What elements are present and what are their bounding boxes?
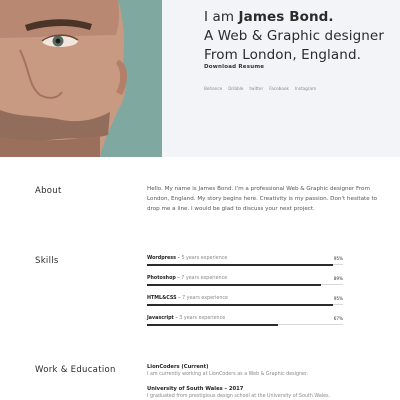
skill-name: Photoshop (147, 276, 176, 281)
hero-section: I am James Bond. A Web & Graphic designe… (0, 0, 400, 157)
skill-bar-track (147, 303, 343, 306)
skill-row: HTML&CSS – 7 years experience 95% (147, 296, 343, 308)
skill-percent: 95% (333, 256, 343, 261)
work-item: University of South Wales – 2017 I gradu… (147, 386, 387, 399)
skill-bar-fill (147, 323, 279, 326)
skill-bar-track (147, 263, 343, 266)
skill-bar-track (147, 283, 343, 286)
skill-bar-fill (147, 283, 322, 286)
skill-experience: 5 years experience (181, 256, 228, 261)
work-item-title: University of South Wales – 2017 (147, 386, 244, 392)
social-link-twitter[interactable]: twitter (249, 86, 263, 91)
skill-label: Javascript – 3 years experience (147, 316, 226, 321)
social-link-instagram[interactable]: Instagram (295, 86, 316, 91)
skill-experience: 7 years experience (182, 296, 228, 301)
skill-percent: 89% (333, 276, 343, 281)
portrait-image (0, 0, 162, 157)
headline-line-1: I am James Bond. (204, 8, 394, 27)
work-item-description: I am currently working at LionCoders as … (147, 372, 309, 377)
headline-prefix: I am (204, 9, 239, 25)
portrait-panel (0, 0, 162, 157)
skill-bar-fill (147, 263, 334, 266)
skill-label: Photoshop – 7 years experience (147, 276, 228, 281)
skill-percent: 95% (333, 296, 343, 301)
about-title: About (35, 186, 62, 196)
skills-title: Skills (35, 256, 59, 266)
skill-row: Wordpress – 5 years experience 95% (147, 256, 343, 268)
skill-label: HTML&CSS – 7 years experience (147, 296, 228, 301)
skill-name: Wordpress (147, 256, 176, 261)
social-link-dribble[interactable]: Dribble (228, 86, 243, 91)
skill-experience: 3 years experience (179, 316, 226, 321)
skill-experience: 7 years experience (181, 276, 228, 281)
work-item-title: LionCoders (Current) (147, 364, 209, 370)
social-links: Behance Dribble twitter Facebook Instagr… (204, 86, 316, 91)
work-item-description: I graduated from prestigious design scho… (147, 394, 331, 399)
skill-percent: 67% (333, 316, 343, 321)
social-link-facebook[interactable]: Facebook (269, 86, 289, 91)
headline: I am James Bond. A Web & Graphic designe… (204, 8, 394, 65)
work-education-title: Work & Education (35, 365, 116, 375)
skill-row: Photoshop – 7 years experience 89% (147, 276, 343, 288)
skill-row: Javascript – 3 years experience 67% (147, 316, 343, 328)
about-text: Hello. My name is James Bond. I'm a prof… (147, 186, 378, 212)
skill-label: Wordpress – 5 years experience (147, 256, 228, 261)
skill-bar-fill (147, 303, 334, 306)
download-resume-link[interactable]: Download Resume (204, 64, 264, 70)
social-link-behance[interactable]: Behance (204, 86, 222, 91)
headline-line-2: A Web & Graphic designer (204, 28, 384, 44)
skill-name: Javascript (147, 316, 174, 321)
work-item: LionCoders (Current) I am currently work… (147, 364, 387, 377)
headline-line-3: From London, England. (204, 47, 362, 63)
person-name: James Bond. (238, 9, 334, 25)
skill-bar-track (147, 323, 343, 326)
skill-name: HTML&CSS (147, 296, 177, 301)
